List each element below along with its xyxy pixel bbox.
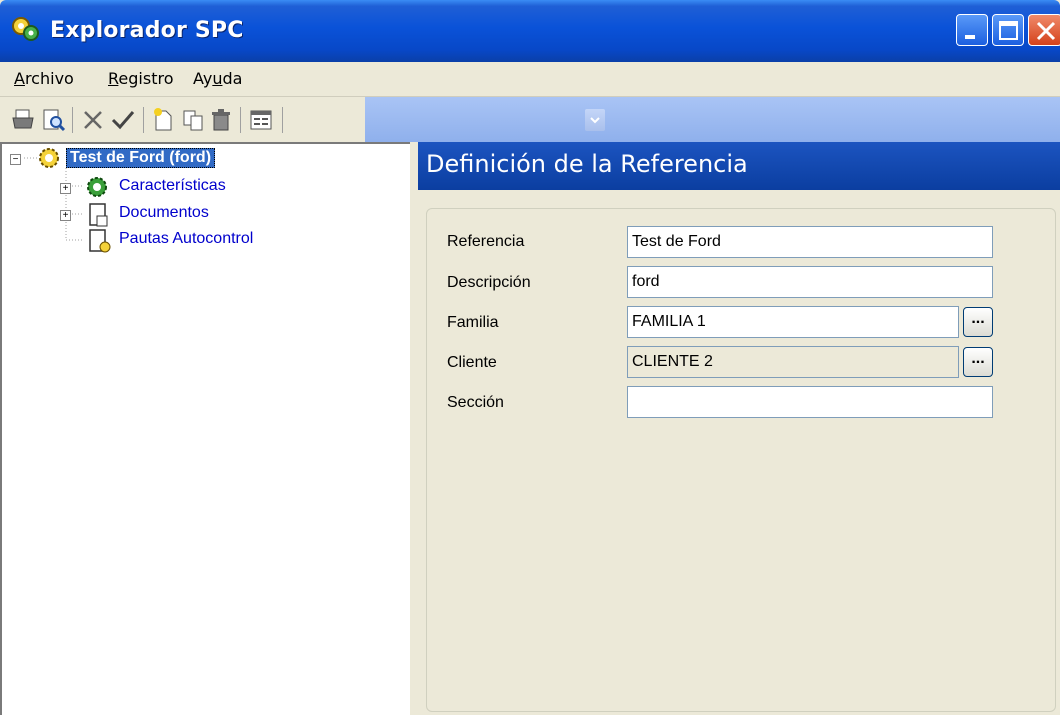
cancel-icon[interactable]	[80, 107, 106, 133]
tree-item-label: Documentos	[119, 204, 209, 221]
seccion-field[interactable]	[627, 386, 993, 418]
toolbar-separator	[72, 107, 73, 133]
menu-ayuda-pre: Ay	[193, 69, 213, 88]
panel-splitter[interactable]	[410, 142, 418, 715]
print-icon[interactable]	[10, 107, 36, 133]
descripcion-field[interactable]: ford	[627, 266, 993, 298]
close-button[interactable]	[1028, 14, 1060, 46]
familia-label: Familia	[447, 314, 499, 331]
copy-icon[interactable]	[180, 107, 206, 133]
menu-archivo-rest: rchivo	[24, 69, 74, 88]
tree-item-label: Pautas Autocontrol	[119, 230, 254, 247]
chevron-down-icon	[590, 117, 600, 124]
detail-title: Definición de la Referencia	[426, 150, 748, 178]
tree-node-pautas[interactable]: Pautas Autocontrol	[2, 228, 402, 253]
menu-registro[interactable]: Registro	[108, 69, 173, 88]
document-icon	[89, 203, 108, 227]
expand-icon[interactable]: +	[60, 210, 71, 221]
characteristics-gear-icon	[87, 177, 107, 197]
menu-ayuda-accel: u	[212, 69, 223, 88]
accept-icon[interactable]	[110, 107, 136, 133]
referencia-field[interactable]: Test de Ford	[627, 226, 993, 258]
tree-item-label: Características	[119, 177, 226, 194]
seccion-label: Sección	[447, 394, 504, 411]
expand-icon[interactable]: +	[60, 183, 71, 194]
toolbar-separator	[282, 107, 283, 133]
toolbar-separator	[240, 107, 241, 133]
view-form-icon[interactable]	[248, 107, 274, 133]
toolbar	[0, 97, 1060, 142]
reference-gear-icon	[39, 148, 59, 168]
referencia-label: Referencia	[447, 233, 525, 250]
menu-archivo-accel: A	[14, 69, 25, 88]
detail-header: Definición de la Referencia	[418, 142, 1060, 190]
tree-panel[interactable]: − Test de Ford (ford) + Características …	[0, 142, 410, 715]
control-document-icon	[89, 229, 111, 253]
toolbar-combo-dropdown[interactable]	[585, 109, 605, 131]
menu-registro-accel: R	[108, 69, 119, 88]
window-title: Explorador SPC	[50, 18, 244, 43]
maximize-button[interactable]	[992, 14, 1024, 46]
cliente-browse-button[interactable]: ...	[963, 347, 993, 377]
tree-node-documentos[interactable]: + Documentos	[2, 202, 402, 227]
app-gear-icon	[12, 17, 39, 41]
menu-registro-rest: egistro	[118, 69, 174, 88]
reference-form: Referencia Test de Ford Descripción ford…	[426, 208, 1056, 712]
delete-icon[interactable]	[208, 107, 234, 133]
tree-node-caracteristicas[interactable]: + Características	[2, 175, 402, 199]
menu-ayuda[interactable]: Ayuda	[193, 69, 242, 88]
tree-node-root[interactable]: − Test de Ford (ford)	[2, 146, 402, 170]
familia-browse-button[interactable]: ...	[963, 307, 993, 337]
print-preview-icon[interactable]	[40, 107, 66, 133]
cliente-field[interactable]: CLIENTE 2	[627, 346, 959, 378]
close-icon	[1036, 21, 1056, 41]
menu-archivo[interactable]: Archivo	[14, 69, 74, 88]
minimize-button[interactable]	[956, 14, 988, 46]
minimize-icon	[965, 35, 975, 39]
tree-root-label: Test de Ford (ford)	[66, 148, 216, 168]
maximize-icon	[999, 21, 1018, 40]
cliente-label: Cliente	[447, 354, 497, 371]
menu-bar: Archivo Registro Ayuda	[0, 62, 1060, 97]
toolbar-separator	[143, 107, 144, 133]
title-bar[interactable]: Explorador SPC	[0, 0, 1060, 62]
detail-panel: Definición de la Referencia Referencia T…	[418, 142, 1060, 715]
new-icon[interactable]	[150, 107, 176, 133]
familia-field[interactable]: FAMILIA 1	[627, 306, 959, 338]
collapse-icon[interactable]: −	[10, 154, 21, 165]
menu-ayuda-rest: da	[222, 69, 243, 88]
descripcion-label: Descripción	[447, 274, 531, 291]
